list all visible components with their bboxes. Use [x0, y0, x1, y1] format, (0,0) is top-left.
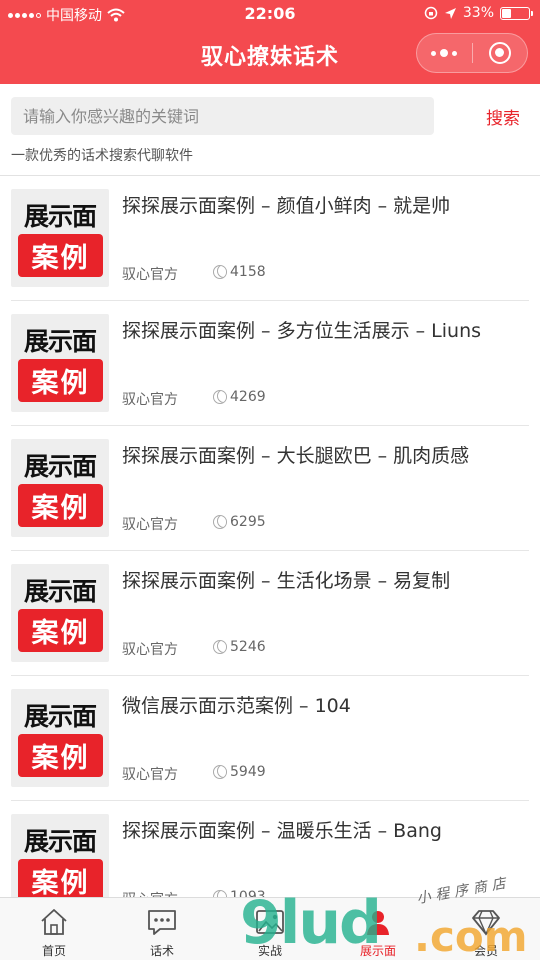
close-target-icon [488, 42, 511, 64]
thumbnail-top-text: 展示面 [23, 202, 97, 231]
thumbnail-band-text: 案例 [31, 368, 90, 399]
list-item[interactable]: 展示面 案例 探探展示面案例 – 颜值小鲜肉 – 就是帅 驭心官方 4158 [0, 176, 540, 301]
tab-member-label: 会员 [473, 944, 498, 958]
thumbnail-band-text: 案例 [31, 243, 90, 274]
thumbnail: 展示面 案例 [11, 689, 109, 787]
thumbnail-band: 案例 [18, 359, 103, 402]
item-views: 1093 [213, 889, 266, 897]
tab-practice-label: 实战 [257, 944, 282, 958]
views-icon [213, 515, 227, 529]
search-input[interactable] [11, 97, 434, 135]
thumbnail-top-text: 展示面 [23, 577, 97, 606]
thumbnail: 展示面 案例 [11, 564, 109, 662]
thumbnail-band: 案例 [18, 859, 103, 897]
thumbnail: 展示面 案例 [11, 189, 109, 287]
list-item[interactable]: 展示面 案例 探探展示面案例 – 大长腿欧巴 – 肌肉质感 驭心官方 6295 [0, 426, 540, 551]
thumbnail: 展示面 案例 [11, 439, 109, 537]
close-button[interactable] [473, 34, 528, 72]
tab-showcase[interactable]: 展示面 [324, 898, 432, 960]
mini-program-capsule [416, 33, 528, 73]
more-icon [431, 49, 458, 57]
more-button[interactable] [417, 34, 472, 72]
item-views: 6295 [213, 514, 266, 530]
list-item[interactable]: 展示面 案例 探探展示面案例 – 温暖乐生活 – Bang 驭心官方 1093 [0, 801, 540, 897]
item-views: 4269 [213, 389, 266, 405]
item-author: 驭心官方 [122, 642, 178, 658]
nav-bar: 驭心撩妹话术 [0, 28, 540, 84]
thumbnail-band: 案例 [18, 234, 103, 277]
tab-showcase-label: 展示面 [359, 944, 396, 958]
views-count: 6295 [230, 514, 266, 530]
item-title: 探探展示面案例 – 颜值小鲜肉 – 就是帅 [122, 195, 451, 217]
views-icon [213, 890, 227, 897]
item-author: 驭心官方 [122, 267, 178, 283]
views-count: 5949 [230, 764, 266, 780]
thumbnail: 展示面 案例 [11, 314, 109, 412]
location-icon [444, 7, 456, 19]
thumbnail-band: 案例 [18, 734, 103, 777]
tab-script-label: 话术 [149, 944, 174, 958]
tab-bar: 首页 话术 实战 展示面 会员 [0, 897, 540, 960]
item-author: 驭心官方 [122, 392, 178, 408]
item-title: 微信展示面示范案例 – 104 [122, 695, 351, 717]
item-author: 驭心官方 [122, 767, 178, 783]
thumbnail-top-text: 展示面 [23, 702, 97, 731]
status-bar: 中国移动 22:06 33% [0, 0, 540, 28]
list-item[interactable]: 展示面 案例 探探展示面案例 – 生活化场景 – 易复制 驭心官方 5246 [0, 551, 540, 676]
item-title: 探探展示面案例 – 多方位生活展示 – Liuns [122, 320, 482, 342]
views-count: 4158 [230, 264, 266, 280]
battery-percent: 33% [462, 5, 494, 21]
thumbnail-band-text: 案例 [31, 868, 90, 897]
item-title: 探探展示面案例 – 生活化场景 – 易复制 [122, 570, 451, 592]
tab-member[interactable]: 会员 [432, 898, 540, 960]
list-item[interactable]: 展示面 案例 微信展示面示范案例 – 104 驭心官方 5949 [0, 676, 540, 801]
thumbnail: 展示面 案例 [11, 814, 109, 897]
views-icon [213, 765, 227, 779]
battery-icon [500, 6, 533, 20]
item-author: 驭心官方 [122, 889, 178, 897]
home-icon [41, 909, 67, 935]
views-icon [213, 265, 227, 279]
list-item[interactable]: 展示面 案例 探探展示面案例 – 多方位生活展示 – Liuns 驭心官方 42… [0, 301, 540, 426]
views-count: 4269 [230, 389, 266, 405]
thumbnail-top-text: 展示面 [23, 452, 97, 481]
app-subtitle: 一款优秀的话术搜索代聊软件 [11, 148, 193, 164]
diamond-icon [472, 910, 500, 936]
search-row: 搜索 [0, 84, 540, 144]
item-views: 5246 [213, 639, 266, 655]
item-title: 探探展示面案例 – 温暖乐生活 – Bang [122, 820, 442, 842]
tab-home-label: 首页 [41, 944, 66, 958]
views-icon [213, 640, 227, 654]
chat-icon [148, 910, 176, 935]
views-count: 5246 [230, 639, 266, 655]
thumbnail-top-text: 展示面 [23, 827, 97, 856]
image-icon [256, 910, 284, 934]
tab-script[interactable]: 话术 [108, 898, 216, 960]
article-list: 展示面 案例 探探展示面案例 – 颜值小鲜肉 – 就是帅 驭心官方 4158 展… [0, 176, 540, 897]
item-views: 4158 [213, 264, 266, 280]
user-icon [367, 911, 389, 935]
thumbnail-band-text: 案例 [31, 618, 90, 649]
search-button[interactable]: 搜索 [486, 104, 520, 129]
views-count: 1093 [230, 889, 266, 897]
item-author: 驭心官方 [122, 517, 178, 533]
tab-home[interactable]: 首页 [0, 898, 108, 960]
thumbnail-top-text: 展示面 [23, 327, 97, 356]
item-title: 探探展示面案例 – 大长腿欧巴 – 肌肉质感 [122, 445, 470, 467]
thumbnail-band: 案例 [18, 609, 103, 652]
orientation-lock-icon [424, 6, 438, 20]
views-icon [213, 390, 227, 404]
item-views: 5949 [213, 764, 266, 780]
tab-practice[interactable]: 实战 [216, 898, 324, 960]
thumbnail-band-text: 案例 [31, 743, 90, 774]
thumbnail-band-text: 案例 [31, 493, 90, 524]
thumbnail-band: 案例 [18, 484, 103, 527]
status-right: 33% [424, 5, 533, 21]
